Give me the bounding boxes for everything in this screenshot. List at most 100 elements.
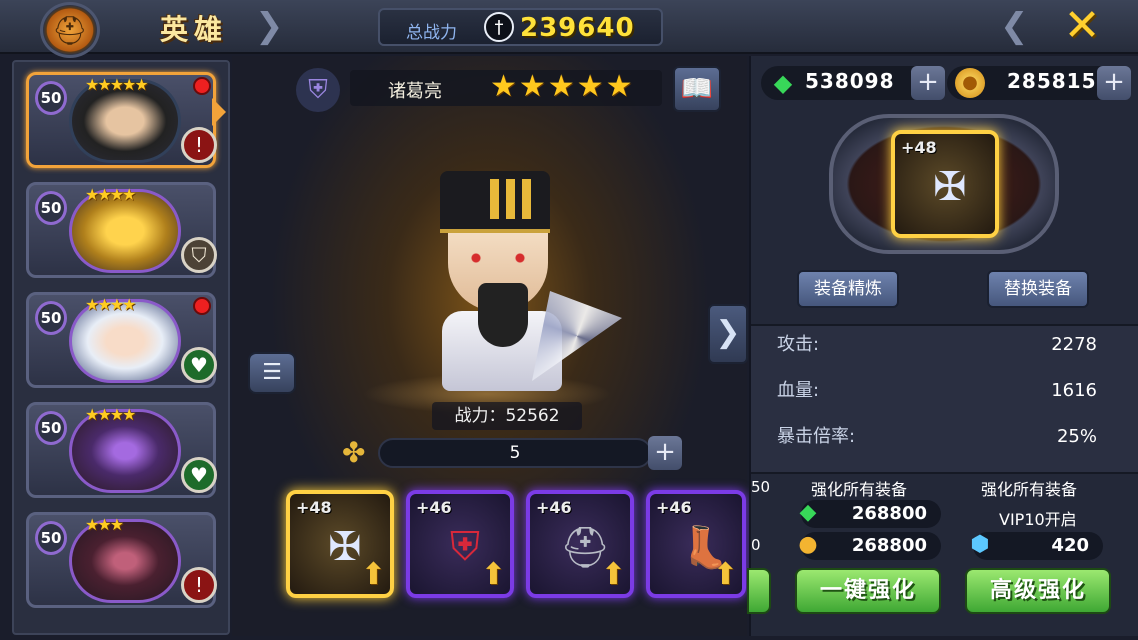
- hero-model: [422, 171, 622, 391]
- page-title: 英雄: [160, 13, 229, 46]
- equipment-detail-panel: ◆ 538098 + ● 285815 + +48 ✠ 装备精炼 替换装备 攻击…: [747, 56, 1138, 636]
- gold-cost: ● 268800: [798, 532, 941, 560]
- close-button[interactable]: ✕: [1060, 4, 1104, 50]
- heal-icon: ♥: [181, 457, 217, 493]
- hero-star-rating: ★★★★★: [490, 69, 635, 104]
- hero-card[interactable]: 50 ★★★★ ♥: [26, 292, 217, 388]
- gem-icon: ◆: [773, 69, 793, 97]
- total-power-panel: 总战力 † 239640: [378, 8, 663, 46]
- hero-level: 50: [35, 81, 67, 115]
- gem-cost: ◆ 268800: [800, 500, 941, 528]
- partial-text: 50: [751, 478, 771, 496]
- equipment-slot[interactable]: +46 ⛨ ⬆: [406, 490, 514, 598]
- upgrade-arrow-icon: ⬆: [480, 557, 506, 592]
- advanced-enhance-button[interactable]: 高级强化: [965, 568, 1111, 614]
- hero-menu-icon[interactable]: ⛑: [40, 2, 100, 58]
- equipment-slot[interactable]: +48 ✠ ⬆: [286, 490, 394, 598]
- hero-level: 50: [35, 301, 67, 335]
- hero-list: 50 ★★★★★ ! 50 ★★★★ ⛉ 50 ★★★★ ♥ 50 ★★★★ ♥…: [12, 60, 230, 635]
- gold-cost-value: 268800: [851, 535, 927, 556]
- fragment-count: 5: [378, 438, 652, 468]
- hero-stars: ★★★★★: [85, 75, 149, 94]
- stat-row: 暴击倍率: 25%: [777, 422, 1097, 452]
- gold-currency: ● 285815 +: [947, 66, 1131, 100]
- stat-label: 暴击倍率:: [777, 426, 856, 447]
- hero-stars: ★★★: [85, 515, 124, 534]
- stat-value: 2278: [1051, 334, 1097, 355]
- stat-label: 血量:: [777, 380, 820, 401]
- book-icon[interactable]: 📖: [673, 66, 721, 112]
- stat-value: 1616: [1051, 380, 1097, 401]
- total-power-value: 239640: [520, 13, 635, 43]
- coin-icon: ●: [798, 532, 818, 557]
- one-click-enhance-button[interactable]: 一键强化: [795, 568, 941, 614]
- puzzle-icon: ✤: [342, 436, 366, 469]
- crystal-icon: ⬢: [970, 532, 990, 557]
- chat-icon[interactable]: ☰: [248, 352, 296, 394]
- selected-arrow-icon: [212, 98, 226, 126]
- heal-icon: ♥: [181, 347, 217, 383]
- crystal-cost: ⬢ 420: [970, 532, 1103, 560]
- equipment-level: +46: [416, 498, 452, 517]
- stat-value: 25%: [1056, 426, 1097, 447]
- total-power-label: 总战力: [406, 23, 457, 43]
- gem-currency: ◆ 538098 +: [761, 66, 945, 100]
- hero-name-bar: 诸葛亮 ★★★★★: [350, 70, 662, 106]
- sword-icon: †: [484, 12, 514, 42]
- upgrade-arrow-icon: ⬆: [360, 557, 386, 592]
- hero-stars: ★★★★: [85, 295, 136, 314]
- selected-equipment-slot[interactable]: +48 ✠: [891, 130, 999, 238]
- equipment-slot[interactable]: +46 ⛑ ⬆: [526, 490, 634, 598]
- shield-icon: ⛉: [181, 237, 217, 273]
- staff-icon: ✠: [933, 164, 967, 210]
- partial-text: 0: [751, 536, 761, 554]
- gold-amount: 285815: [1007, 69, 1097, 93]
- hero-card[interactable]: 50 ★★★★ ⛉: [26, 182, 217, 278]
- hero-stage: ⛨ 诸葛亮 ★★★★★ 📖 ☰ ❯ 战力：52562 ✤ 5 + +48 ✠ ⬆…: [232, 56, 748, 636]
- upgrade-arrow-icon: ⬆: [600, 557, 626, 592]
- partial-button[interactable]: [747, 568, 771, 614]
- hero-card[interactable]: 50 ★★★★★ !: [26, 72, 217, 168]
- enhance-all-title: 强化所有装备: [811, 480, 908, 499]
- helmet-class-icon: ⛨: [296, 68, 340, 112]
- next-arrow-button[interactable]: ❯: [708, 304, 748, 364]
- hero-name: 诸葛亮: [388, 81, 442, 102]
- add-gems-button[interactable]: +: [911, 66, 945, 100]
- fragment-row: ✤ 5 +: [342, 436, 682, 470]
- hero-card[interactable]: 50 ★★★ !: [26, 512, 217, 608]
- gem-cost-value: 268800: [851, 503, 927, 524]
- equipment-level: +48: [296, 498, 332, 517]
- close-divider-icon: ❮: [1000, 6, 1029, 46]
- hero-level: 50: [35, 411, 67, 445]
- add-fragment-button[interactable]: +: [648, 436, 682, 470]
- hero-card[interactable]: 50 ★★★★ ♥: [26, 402, 217, 498]
- stat-row: 攻击: 2278: [777, 330, 1097, 360]
- gem-amount: 538098: [805, 69, 895, 93]
- equipment-slot[interactable]: +46 👢 ⬆: [646, 490, 746, 598]
- hero-combat-power: 战力：52562: [432, 402, 582, 430]
- alert-icon: !: [181, 127, 217, 163]
- notification-dot: [193, 77, 211, 95]
- hero-stars: ★★★★: [85, 185, 136, 204]
- alert-icon: !: [181, 567, 217, 603]
- crystal-cost-value: 420: [1051, 535, 1089, 556]
- hero-stars: ★★★★: [85, 405, 136, 424]
- feather-fan: [532, 291, 622, 381]
- stat-label: 攻击:: [777, 334, 820, 355]
- enhance-all-title: 强化所有装备: [981, 480, 1078, 499]
- add-gold-button[interactable]: +: [1097, 66, 1131, 100]
- stat-row: 血量: 1616: [777, 376, 1097, 406]
- hero-level: 50: [35, 191, 67, 225]
- refine-equipment-button[interactable]: 装备精炼: [797, 270, 899, 308]
- equipment-level: +46: [656, 498, 692, 517]
- title-divider-icon: ❯: [255, 6, 284, 46]
- gem-icon: ◆: [799, 500, 817, 525]
- top-bar: ⛑ 英雄 ❯ 总战力 † 239640 ❮ ✕: [0, 0, 1138, 58]
- vip-requirement: VIP10开启: [999, 510, 1077, 529]
- replace-equipment-button[interactable]: 替换装备: [987, 270, 1089, 308]
- equipment-stats: 攻击: 2278 血量: 1616 暴击倍率: 25%: [751, 324, 1138, 474]
- notification-dot: [193, 297, 211, 315]
- hero-level: 50: [35, 521, 67, 555]
- equipment-level: +46: [536, 498, 572, 517]
- equipment-level: +48: [901, 138, 937, 157]
